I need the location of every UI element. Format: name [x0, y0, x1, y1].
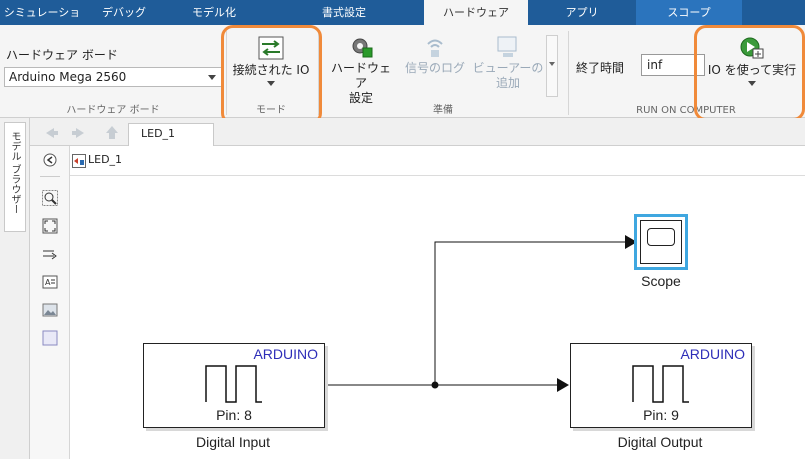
gallery-scroll[interactable] — [546, 35, 558, 97]
model-browser-tab[interactable]: モデル ブラウザー — [4, 122, 26, 232]
tab-hardware[interactable]: ハードウェア — [424, 0, 528, 25]
model-canvas[interactable]: ARDUINO Pin: 8 Digital Input ARDUINO Pin… — [70, 176, 805, 459]
hardware-board-select[interactable]: Arduino Mega 2560 — [4, 67, 222, 87]
scope-screen-icon — [647, 228, 675, 246]
stop-time-label: 終了時間 — [576, 61, 625, 75]
area-icon[interactable] — [42, 330, 58, 346]
tab-bar: シミュレーション デバッグ モデル化 書式設定 ハードウェア アプリ スコープ — [0, 0, 805, 44]
model-browser-strip: モデル ブラウザー — [0, 118, 30, 459]
add-viewer-label-1: ビューアーの — [472, 61, 544, 75]
divider — [40, 176, 60, 177]
model-tab[interactable]: LED_1 — [128, 123, 214, 146]
editor-nav-bar: LED_1 — [30, 118, 805, 146]
digital-output-block[interactable]: ARDUINO Pin: 9 — [570, 343, 752, 428]
signal-log-button[interactable]: 信号のログ — [402, 35, 468, 97]
up-arrow-icon[interactable] — [102, 123, 122, 141]
back-arrow-icon[interactable] — [40, 124, 60, 142]
hardware-board-value: Arduino Mega 2560 — [9, 70, 127, 84]
divider — [568, 31, 569, 115]
section-hardware-board: ハードウェア ボード — [66, 105, 160, 116]
tab-apps[interactable]: アプリ — [528, 0, 636, 25]
tab-scope[interactable]: スコープ — [636, 0, 742, 25]
fit-view-icon[interactable] — [42, 218, 58, 234]
annotation-icon[interactable]: A — [42, 274, 58, 290]
svg-text:A: A — [45, 278, 51, 287]
digital-output-caption[interactable]: Digital Output — [585, 434, 735, 450]
zoom-icon[interactable] — [42, 190, 58, 206]
digital-input-block[interactable]: ARDUINO Pin: 8 — [143, 343, 325, 428]
model-icon — [72, 154, 86, 168]
digital-output-header: ARDUINO — [680, 346, 745, 362]
highlight-mode — [221, 25, 322, 125]
digital-output-pin: Pin: 9 — [643, 407, 679, 423]
digital-input-header: ARDUINO — [253, 346, 318, 362]
breadcrumb-model[interactable]: LED_1 — [88, 153, 122, 166]
hardware-settings-button[interactable]: ハードウェア 設定 — [328, 35, 394, 105]
chevron-down-icon — [208, 75, 216, 80]
gear-chip-icon — [352, 38, 373, 58]
scope-caption[interactable]: Scope — [621, 273, 701, 289]
palette: A — [30, 146, 70, 459]
tab-debug[interactable]: デバッグ — [84, 0, 164, 25]
highlight-run — [694, 25, 805, 121]
arrowhead-output — [557, 378, 569, 392]
toolstrip: ハードウェア ボード Arduino Mega 2560 ハードウェア ボード … — [0, 25, 805, 118]
branch-point — [431, 381, 439, 389]
hardware-settings-label-1: ハードウェア — [330, 61, 391, 90]
forward-arrow-icon[interactable] — [70, 124, 90, 142]
hardware-board-label: ハードウェア ボード — [6, 48, 118, 62]
arrow-signal-icon[interactable] — [42, 246, 58, 262]
image-icon[interactable] — [42, 302, 58, 318]
add-viewer-button[interactable]: ビューアーの 追加 — [472, 35, 544, 97]
section-prepare: 準備 — [433, 105, 453, 116]
breadcrumb: LED_1 — [70, 146, 805, 176]
digital-input-caption[interactable]: Digital Input — [163, 434, 303, 450]
tab-modeling[interactable]: モデル化 — [164, 0, 264, 25]
signal-log-icon — [427, 39, 443, 57]
signal-log-label: 信号のログ — [404, 61, 465, 75]
digital-input-pin: Pin: 8 — [216, 407, 252, 423]
hide-browser-icon[interactable] — [42, 152, 58, 168]
viewer-icon — [497, 36, 517, 57]
tab-simulation[interactable]: シミュレーション — [0, 0, 84, 44]
model-browser-label: モデル ブラウザー — [9, 131, 20, 215]
add-viewer-label-2: 追加 — [495, 76, 520, 90]
pulse-icon — [632, 365, 689, 403]
pulse-icon — [205, 365, 262, 403]
tab-format[interactable]: 書式設定 — [264, 0, 424, 25]
scope-block[interactable] — [634, 214, 688, 270]
chevron-down-icon — [549, 62, 555, 66]
